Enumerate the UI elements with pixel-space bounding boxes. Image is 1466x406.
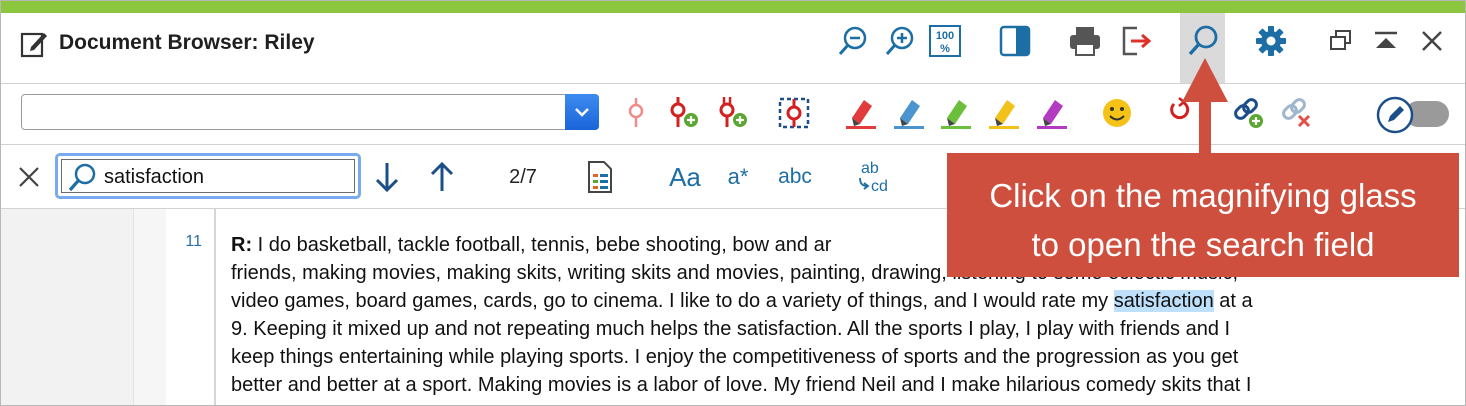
result-counter: 2/7: [509, 165, 537, 188]
document-browser-window: Document Browser: Riley 100% satisfactio…: [0, 0, 1466, 406]
memo-column: [134, 209, 166, 405]
instruction-callout: Click on the magnifying glass to open th…: [947, 153, 1459, 277]
zoom-in-icon[interactable]: [882, 23, 918, 59]
search-field-frame: [61, 159, 355, 193]
whole-word-option[interactable]: abc: [773, 157, 817, 197]
callout-line-2: to open the search field: [1031, 226, 1375, 263]
coding-toolbar: [1, 84, 1465, 145]
accent-bar: [1, 1, 1465, 13]
text-segment: at a: [1213, 290, 1253, 312]
highlight-yellow-icon[interactable]: [987, 96, 1021, 130]
code-pin-icon[interactable]: [619, 96, 653, 130]
highlight-green-icon[interactable]: [939, 96, 973, 130]
text-line: 9. Keeping it mixed up and not repeating…: [231, 318, 1231, 340]
text-line: better and better at a sport. Making mov…: [231, 374, 1252, 396]
callout-arrow-head: [1182, 58, 1228, 102]
results-list-icon[interactable]: [584, 157, 616, 197]
highlight-purple-icon[interactable]: [1035, 96, 1069, 130]
paragraph-number-column: 11: [166, 209, 216, 405]
window-title: Document Browser: Riley: [59, 31, 315, 54]
search-icon: [1185, 23, 1221, 59]
svg-text:%: %: [940, 43, 950, 55]
zoom-out-icon[interactable]: [835, 23, 871, 59]
document-select[interactable]: [21, 94, 599, 130]
highlight-red-icon[interactable]: [844, 96, 878, 130]
close-search-icon[interactable]: [17, 165, 41, 189]
wildcard-option[interactable]: a*: [721, 157, 755, 197]
edit-mode-icon[interactable]: [1376, 96, 1414, 134]
previous-result-icon[interactable]: [426, 157, 458, 197]
replace-option[interactable]: ab cd: [853, 157, 897, 197]
callout-arrow-shaft: [1199, 101, 1211, 155]
panel-toggle-icon[interactable]: [997, 23, 1033, 59]
close-icon[interactable]: [1414, 23, 1450, 59]
chevron-down-icon[interactable]: [565, 94, 599, 130]
collapse-icon[interactable]: [1368, 23, 1404, 59]
search-icon: [66, 162, 98, 194]
speaker-label: R:: [231, 234, 253, 256]
document-edit-icon: [19, 29, 49, 59]
title-bar: Document Browser: Riley 100%: [1, 13, 1465, 84]
emoticon-icon[interactable]: [1100, 96, 1134, 130]
search-input-wrapper: [55, 153, 361, 199]
selection-code-icon[interactable]: [777, 96, 811, 130]
print-icon[interactable]: [1067, 23, 1103, 59]
settings-gear-icon[interactable]: [1253, 23, 1289, 59]
next-result-icon[interactable]: [371, 157, 403, 197]
link-add-icon[interactable]: [1231, 96, 1265, 130]
replace-from-text: ab: [861, 160, 879, 177]
search-hit-highlight: satisfaction: [1113, 290, 1214, 312]
zoom-100-icon[interactable]: 100%: [927, 23, 963, 59]
code-pin-add-icon[interactable]: [666, 96, 700, 130]
link-remove-icon[interactable]: [1279, 96, 1313, 130]
match-case-option[interactable]: Aa: [663, 157, 707, 197]
highlight-blue-icon[interactable]: [892, 96, 926, 130]
text-line-content: I do basketball, tackle football, tennis…: [252, 234, 832, 256]
paragraph-number: 11: [185, 233, 202, 250]
replace-to-text: cd: [871, 178, 888, 195]
text-line: keep things entertaining while playing s…: [231, 346, 1239, 368]
search-input[interactable]: [104, 164, 344, 190]
code-pin-add-multiple-icon[interactable]: [715, 96, 749, 130]
zoom-100-label: 100: [936, 30, 954, 42]
export-icon[interactable]: [1118, 23, 1154, 59]
text-line: video games, board games, cards, go to c…: [231, 287, 1456, 315]
restore-window-icon[interactable]: [1323, 23, 1359, 59]
text-segment: video games, board games, cards, go to c…: [231, 290, 1114, 312]
callout-line-1: Click on the magnifying glass: [989, 177, 1417, 214]
code-stripe-column: [1, 209, 134, 405]
